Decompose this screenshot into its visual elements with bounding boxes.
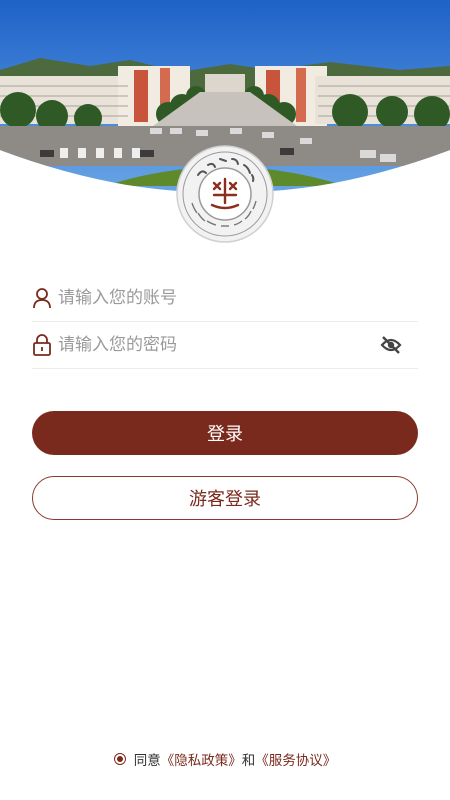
eye-off-icon[interactable] [378, 332, 404, 358]
account-field [32, 275, 418, 322]
privacy-policy-link[interactable]: 《隐私政策》 [161, 749, 242, 769]
account-input[interactable] [58, 283, 418, 313]
agreement-row: 同意 《隐私政策》 和 《服务协议》 [0, 749, 450, 769]
user-icon [32, 287, 52, 309]
agreement-conjunction: 和 [241, 753, 256, 769]
password-input[interactable] [58, 330, 378, 360]
login-button[interactable]: 登录 [32, 411, 418, 455]
agreement-checkbox[interactable] [113, 753, 126, 765]
guest-login-button[interactable]: 游客登录 [32, 476, 418, 520]
checked-dot-icon [116, 756, 123, 762]
service-agreement-link[interactable]: 《服务协议》 [255, 749, 336, 769]
password-field [32, 322, 418, 369]
university-seal-icon [176, 145, 274, 243]
lock-icon [32, 334, 52, 356]
agreement-prefix: 同意 [133, 753, 161, 769]
